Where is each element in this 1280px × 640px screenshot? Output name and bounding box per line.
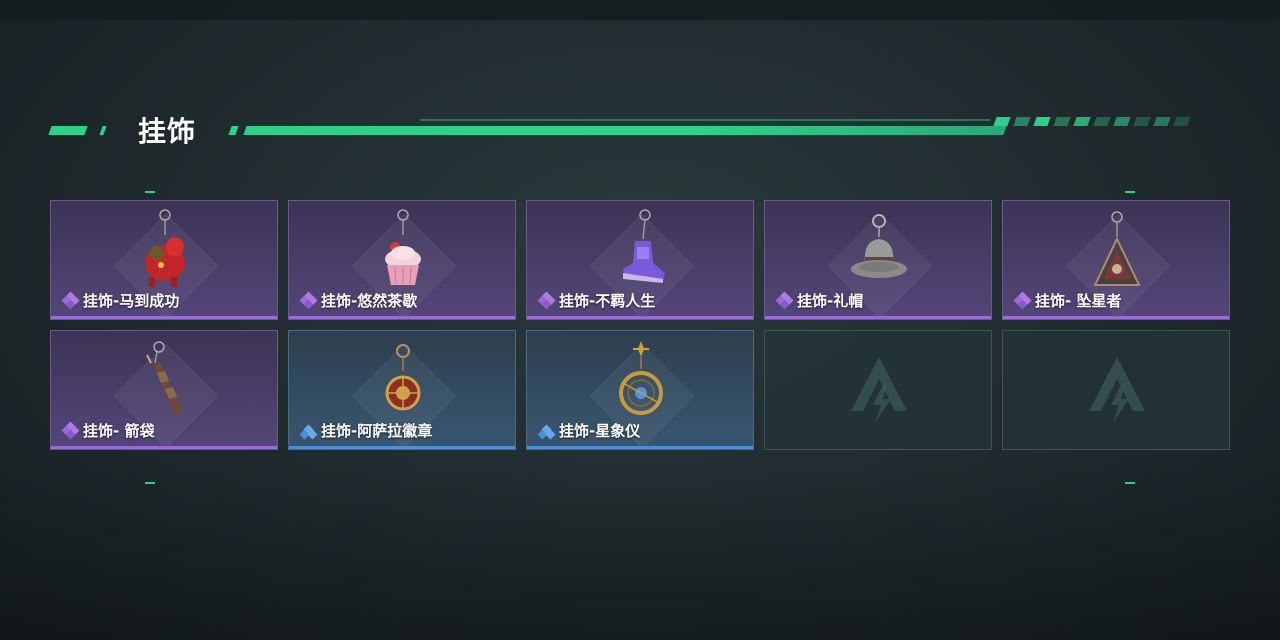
rarity-bar bbox=[289, 316, 515, 319]
rarity-bar bbox=[527, 446, 753, 449]
quiver-charm-icon bbox=[146, 341, 183, 415]
item-card[interactable]: 挂饰-阿萨拉徽章 bbox=[288, 330, 516, 450]
epic-quality-icon bbox=[61, 421, 80, 439]
purple-sneaker-charm-icon bbox=[623, 209, 665, 283]
frame-tick bbox=[145, 482, 155, 484]
item-card[interactable]: 挂饰- 箭袋 bbox=[50, 330, 278, 450]
item-card[interactable]: 挂饰-礼帽 bbox=[764, 200, 992, 320]
top-bar bbox=[0, 0, 1280, 20]
item-name: 挂饰-马到成功 bbox=[83, 292, 180, 310]
item-card[interactable]: 挂饰-不羁人生 bbox=[526, 200, 754, 320]
section-title: 挂饰 bbox=[138, 115, 197, 148]
empty-slot-logo-icon bbox=[1089, 357, 1145, 423]
item-label: 挂饰-不羁人生 bbox=[537, 290, 656, 311]
item-name: 挂饰-阿萨拉徽章 bbox=[321, 422, 433, 440]
rarity-bar bbox=[765, 316, 991, 319]
rare-quality-icon bbox=[537, 423, 556, 439]
frame-tick bbox=[1125, 482, 1135, 484]
header-accent-dash bbox=[48, 126, 88, 135]
rarity-bar bbox=[527, 316, 753, 319]
item-label: 挂饰-马到成功 bbox=[61, 290, 180, 311]
fedora-hat-charm-icon bbox=[851, 214, 907, 278]
cupcake-charm-icon bbox=[385, 209, 421, 285]
item-label: 挂饰-阿萨拉徽章 bbox=[299, 420, 433, 441]
header-thin-line bbox=[420, 119, 990, 121]
item-name: 挂饰-礼帽 bbox=[797, 292, 864, 310]
background-scene bbox=[0, 460, 1280, 640]
rarity-bar bbox=[289, 446, 515, 449]
red-horse-charm-icon bbox=[145, 209, 185, 287]
item-card[interactable]: 挂饰-悠然茶歇 bbox=[288, 200, 516, 320]
item-name: 挂饰-星象仪 bbox=[559, 422, 641, 440]
item-label: 挂饰-礼帽 bbox=[775, 290, 864, 311]
item-name: 挂饰-悠然茶歇 bbox=[321, 292, 418, 310]
epic-quality-icon bbox=[537, 291, 556, 309]
header-checker-pattern bbox=[993, 117, 1195, 135]
item-label: 挂饰- 坠星者 bbox=[1013, 290, 1122, 311]
item-label: 挂饰-星象仪 bbox=[537, 420, 641, 441]
empty-slot[interactable] bbox=[1002, 330, 1230, 450]
empty-slot[interactable] bbox=[764, 330, 992, 450]
item-label: 挂饰- 箭袋 bbox=[61, 420, 155, 441]
item-name: 挂饰- 坠星者 bbox=[1035, 292, 1122, 310]
item-label: 挂饰-悠然茶歇 bbox=[299, 290, 418, 311]
rarity-bar bbox=[51, 446, 277, 449]
rarity-bar bbox=[51, 316, 277, 319]
item-card[interactable]: 挂饰-马到成功 bbox=[50, 200, 278, 320]
rarity-bar bbox=[1003, 316, 1229, 319]
frame-tick bbox=[145, 191, 155, 193]
empty-slot-logo-icon bbox=[851, 357, 907, 423]
item-name: 挂饰-不羁人生 bbox=[559, 292, 656, 310]
epic-quality-icon bbox=[775, 291, 794, 309]
epic-quality-icon bbox=[61, 291, 80, 309]
epic-quality-icon bbox=[1013, 291, 1032, 309]
item-name: 挂饰- 箭袋 bbox=[83, 422, 155, 440]
astrolabe-charm-icon bbox=[619, 341, 663, 415]
header-accent-line bbox=[243, 126, 1007, 135]
item-card[interactable]: 挂饰- 坠星者 bbox=[1002, 200, 1230, 320]
badge-medal-charm-icon bbox=[385, 344, 421, 411]
rare-quality-icon bbox=[299, 423, 318, 439]
item-card[interactable]: 挂饰-星象仪 bbox=[526, 330, 754, 450]
triangle-emblem-charm-icon bbox=[1093, 211, 1141, 286]
header-accent-dash bbox=[99, 126, 107, 135]
header-accent-dash bbox=[228, 126, 239, 135]
frame-tick bbox=[1125, 191, 1135, 193]
epic-quality-icon bbox=[299, 291, 318, 309]
